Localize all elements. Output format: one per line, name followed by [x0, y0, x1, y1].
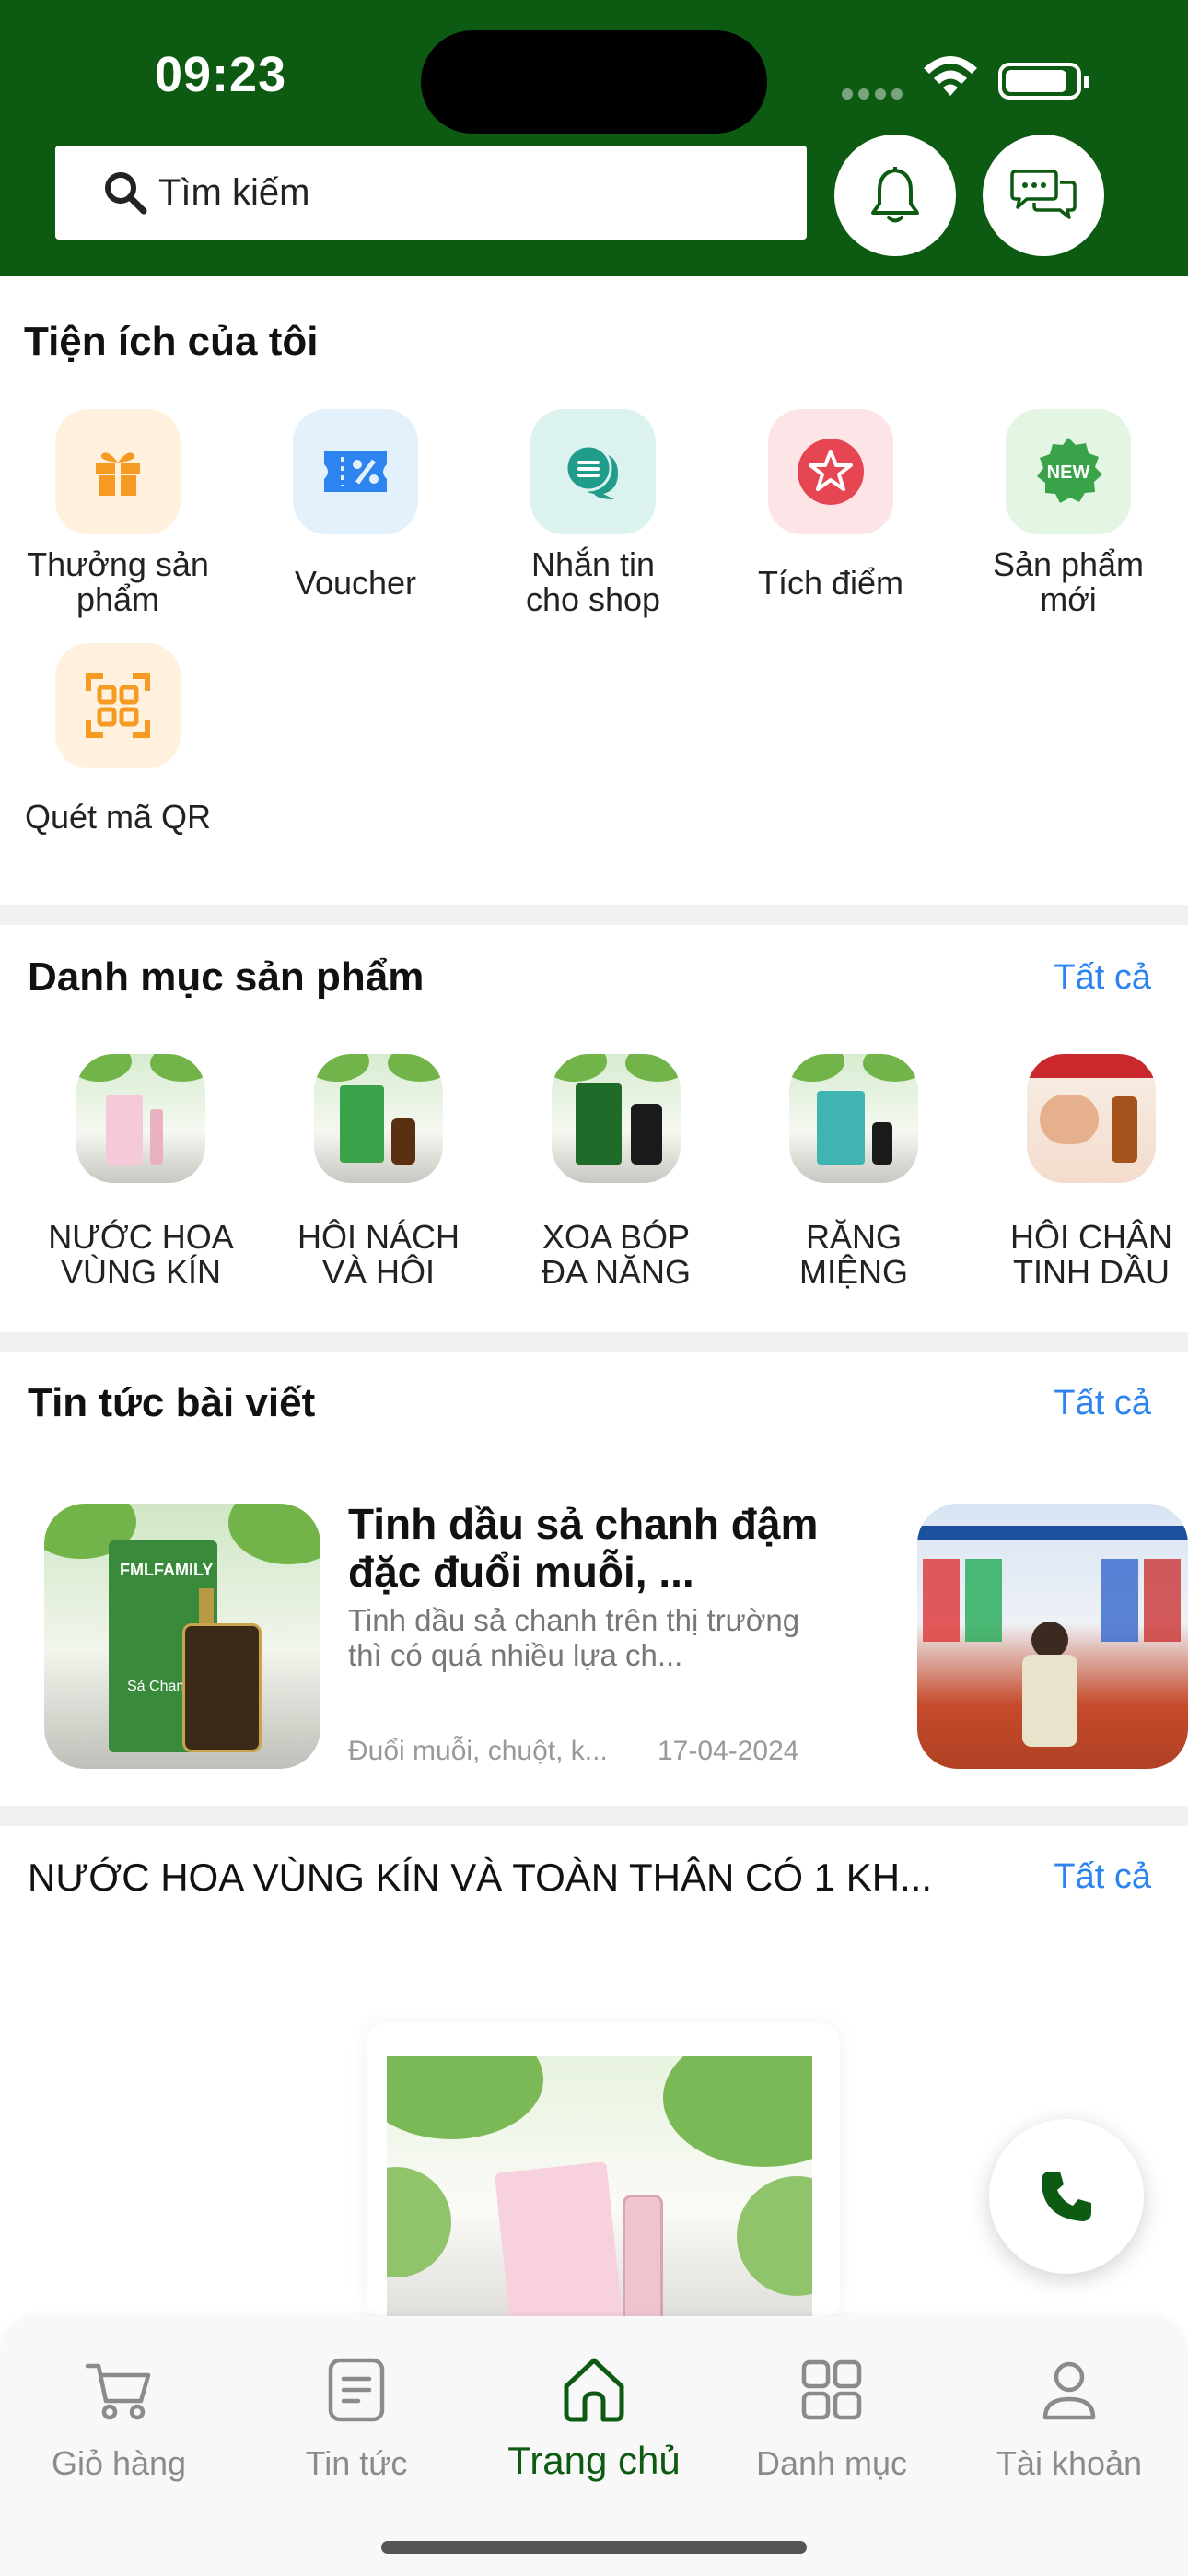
cart-icon — [85, 2363, 151, 2420]
category-item[interactable]: HÔI NÁCH VÀ HÔI — [263, 1054, 494, 1290]
categories-see-all-link[interactable]: Tất cả — [1054, 958, 1151, 998]
tab-categories[interactable]: Danh mục — [713, 2353, 950, 2483]
new-tile: NEW — [1006, 409, 1131, 534]
search-icon — [105, 172, 147, 215]
call-button[interactable] — [989, 2119, 1144, 2274]
tab-label: Tài khoản — [996, 2444, 1143, 2482]
cellular-signal-icon — [842, 88, 903, 100]
utility-label: Thưởng sản phẩm — [27, 545, 209, 618]
category-label: NƯỚC HOA VÙNG KÍN — [48, 1218, 234, 1291]
gift-tile — [55, 409, 181, 534]
search-bar[interactable]: Tìm kiếm — [55, 146, 807, 240]
battery-icon — [998, 63, 1089, 100]
product-section-see-all-link[interactable]: Tất cả — [1054, 1857, 1151, 1897]
category-thumbnail — [76, 1054, 205, 1183]
utility-voucher[interactable]: Voucher — [245, 409, 466, 601]
qr-tile — [55, 643, 181, 768]
news-article-title[interactable]: Tinh dầu sả chanh đậm đặc đuổi muỗi, ... — [348, 1500, 827, 1596]
notification-button[interactable] — [834, 135, 956, 256]
product-card[interactable] — [367, 2023, 840, 2318]
news-article-tag: Đuổi muỗi, chuột, k... — [348, 1736, 608, 1766]
tab-label: Tin tức — [305, 2444, 408, 2482]
voucher-tile — [293, 409, 418, 534]
news-thumbnail[interactable] — [917, 1504, 1188, 1769]
news-thumbnail[interactable]: FMLFAMILY Sả Chanh — [44, 1504, 320, 1769]
utility-label: Sản phẩm mới — [992, 545, 1145, 618]
chat-tile — [530, 409, 656, 534]
section-divider — [0, 1806, 1188, 1826]
category-label: XOA BÓP ĐA NĂNG — [541, 1218, 692, 1291]
messages-button[interactable] — [983, 135, 1104, 256]
star-icon — [798, 439, 864, 505]
news-icon — [328, 2358, 385, 2422]
status-time: 09:23 — [155, 47, 287, 102]
news-thumbnail-brand: FMLFAMILY — [120, 1561, 214, 1579]
utility-new-products[interactable]: NEW Sản phẩm mới — [958, 409, 1179, 617]
utility-label: Nhắn tin cho shop — [525, 545, 661, 618]
news-article-description: Tinh dầu sả chanh trên thị trường thì có… — [348, 1603, 800, 1672]
bottom-tab-bar: Giỏ hàng Tin tức Trang chủ Danh mục Tài … — [0, 2316, 1188, 2576]
tab-home[interactable]: Trang chủ — [475, 2353, 713, 2483]
category-item[interactable]: HÔI CHÂN TINH DẦU — [976, 1054, 1188, 1290]
search-placeholder: Tìm kiếm — [158, 171, 310, 213]
category-label: HÔI CHÂN TINH DẦU — [1009, 1218, 1172, 1291]
utilities-title: Tiện ích của tôi — [24, 319, 319, 364]
category-thumbnail — [789, 1054, 918, 1183]
categories-title: Danh mục sản phẩm — [28, 954, 425, 1000]
gift-icon — [96, 452, 140, 496]
tab-label: Trang chủ — [507, 2439, 681, 2482]
section-divider — [0, 905, 1188, 925]
product-image — [387, 2056, 812, 2318]
chat-bubble-icon — [565, 444, 618, 499]
tab-label: Danh mục — [755, 2444, 908, 2482]
svg-text:NEW: NEW — [1047, 463, 1090, 483]
dynamic-island — [421, 30, 767, 134]
news-title: Tin tức bài viết — [28, 1380, 316, 1425]
section-divider — [0, 1332, 1188, 1352]
bell-icon — [871, 167, 919, 223]
category-thumbnail — [1027, 1054, 1156, 1183]
user-icon — [1042, 2361, 1096, 2420]
utility-label: Tích điểm — [757, 564, 904, 602]
utility-qr-scan[interactable]: Quét mã QR — [7, 643, 228, 835]
tab-account[interactable]: Tài khoản — [950, 2353, 1188, 2483]
category-item[interactable]: RĂNG MIỆNG — [739, 1054, 969, 1290]
voucher-icon — [324, 451, 387, 492]
qr-scan-icon — [86, 673, 150, 738]
phone-icon — [1042, 2172, 1091, 2221]
category-thumbnail — [552, 1054, 681, 1183]
category-item[interactable]: XOA BÓP ĐA NĂNG — [501, 1054, 731, 1290]
news-article-date: 17-04-2024 — [658, 1736, 799, 1766]
utility-label: Voucher — [294, 564, 417, 602]
tab-news[interactable]: Tin tức — [238, 2353, 475, 2483]
chat-bubbles-icon — [1010, 170, 1077, 219]
wifi-icon — [924, 56, 977, 96]
category-thumbnail — [314, 1054, 443, 1183]
news-see-all-link[interactable]: Tất cả — [1054, 1384, 1151, 1423]
utility-chat-shop[interactable]: Nhắn tin cho shop — [483, 409, 704, 617]
grid-icon — [801, 2359, 862, 2420]
points-tile — [768, 409, 893, 534]
category-label: HÔI NÁCH VÀ HÔI — [297, 1218, 460, 1291]
home-icon — [564, 2358, 624, 2422]
new-badge-icon: NEW — [1037, 438, 1102, 503]
category-label: RĂNG MIỆNG — [798, 1218, 908, 1291]
utility-points[interactable]: Tích điểm — [720, 409, 941, 601]
product-section-title: NƯỚC HOA VÙNG KÍN VÀ TOÀN THÂN CÓ 1 KH..… — [28, 1856, 933, 1899]
app-header: 09:23 Tìm kiếm — [0, 0, 1188, 276]
tab-label: Giỏ hàng — [51, 2444, 187, 2482]
utility-label: Quét mã QR — [24, 798, 212, 836]
utility-reward[interactable]: Thưởng sản phẩm — [7, 409, 228, 617]
home-indicator — [381, 2541, 807, 2554]
tab-cart[interactable]: Giỏ hàng — [0, 2353, 238, 2483]
category-item[interactable]: NƯỚC HOA VÙNG KÍN — [26, 1054, 256, 1290]
